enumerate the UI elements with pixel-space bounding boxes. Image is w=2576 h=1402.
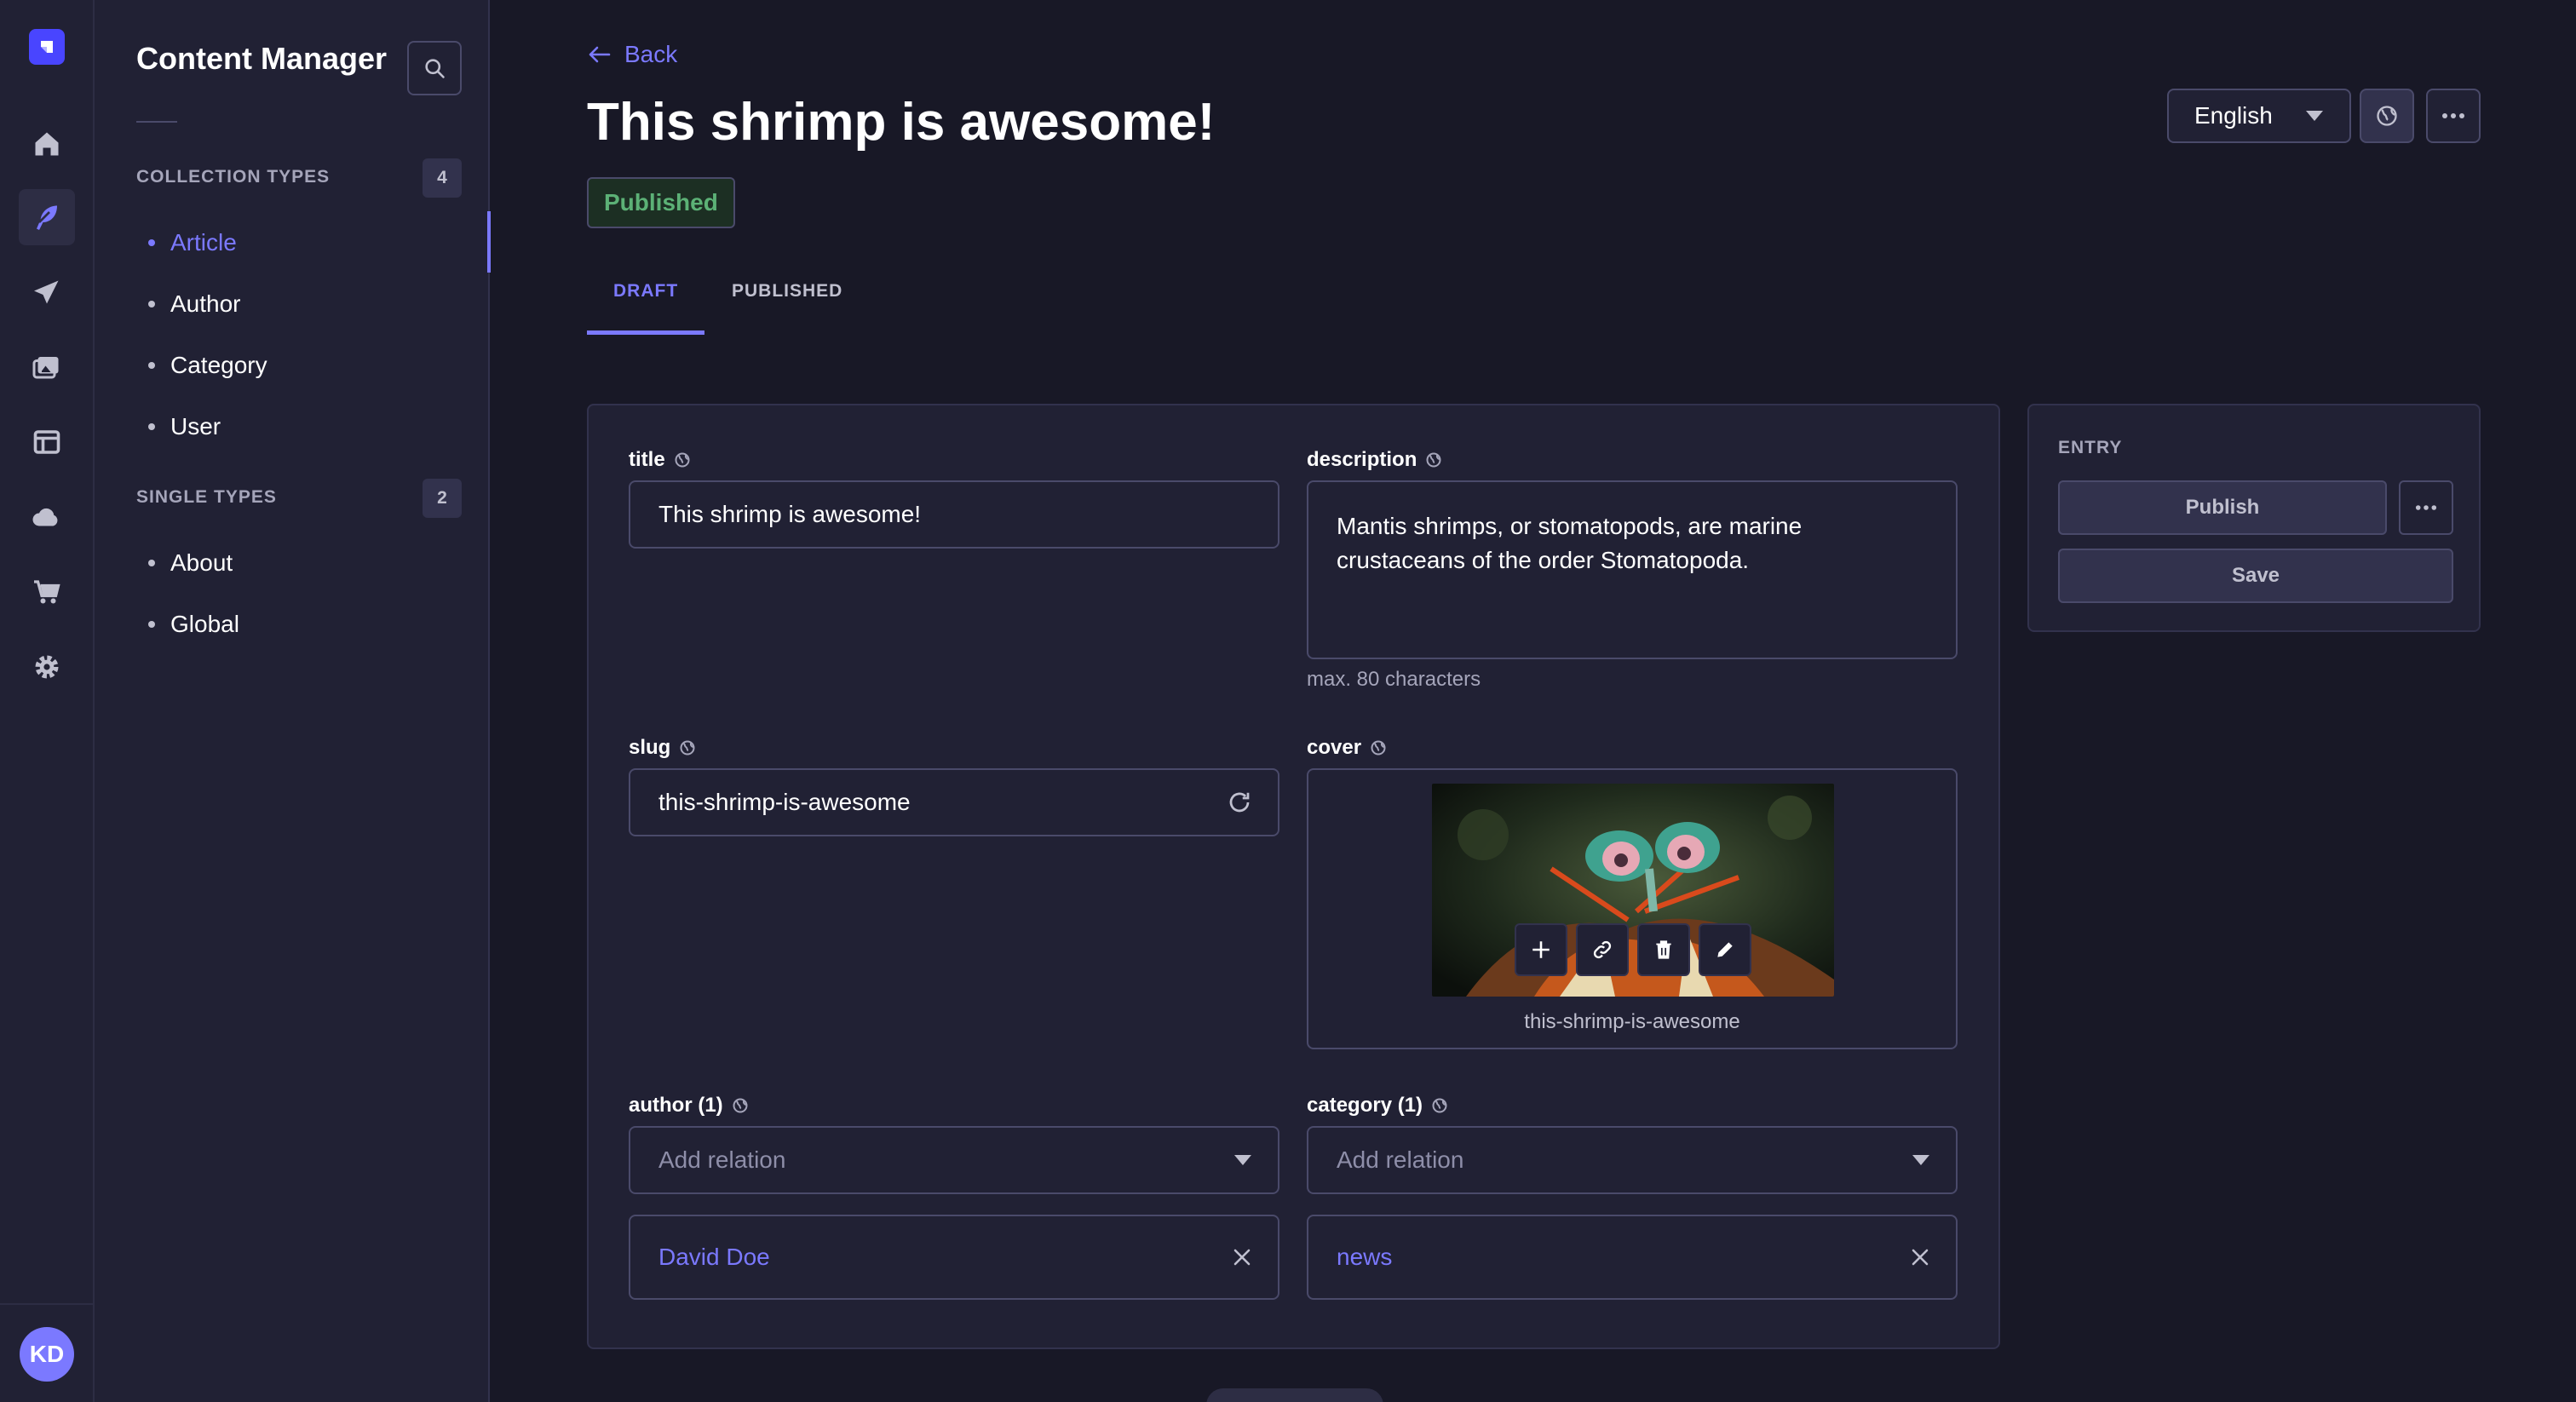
rail-divider xyxy=(0,1303,95,1305)
cart-icon[interactable] xyxy=(19,564,75,620)
subnav-divider xyxy=(136,121,177,123)
slug-label: slug xyxy=(629,736,696,760)
copy-link-button[interactable] xyxy=(1576,923,1629,976)
title-label: title xyxy=(629,448,691,472)
nav-item-author[interactable]: Author xyxy=(148,283,241,325)
description-label: description xyxy=(1307,448,1442,472)
cover-caption: this-shrimp-is-awesome xyxy=(1524,1010,1740,1033)
globe-icon xyxy=(2377,106,2397,126)
add-asset-button[interactable] xyxy=(1515,923,1567,976)
strapi-logo-icon[interactable] xyxy=(29,29,65,65)
author-label: author (1) xyxy=(629,1094,749,1118)
publish-button[interactable]: Publish xyxy=(2058,480,2387,535)
cover-media-input[interactable]: this-shrimp-is-awesome xyxy=(1307,768,1958,1049)
description-hint: max. 80 characters xyxy=(1307,668,1481,691)
description-textarea[interactable]: Mantis shrimps, or stomatopods, are mari… xyxy=(1307,480,1958,659)
localized-globe-icon xyxy=(674,451,691,468)
category-label: category (1) xyxy=(1307,1094,1448,1118)
remove-relation-icon[interactable] xyxy=(1910,1247,1930,1267)
subnav-title: Content Manager xyxy=(136,41,388,76)
paper-plane-icon[interactable] xyxy=(19,264,75,320)
more-actions-button[interactable] xyxy=(2426,89,2481,143)
feather-icon[interactable] xyxy=(19,189,75,245)
tab-active-indicator xyxy=(587,330,704,335)
category-relation-select[interactable]: Add relation xyxy=(1307,1126,1958,1194)
layout-icon[interactable] xyxy=(19,414,75,470)
active-indicator xyxy=(487,211,491,273)
more-icon xyxy=(2442,113,2464,118)
trash-icon xyxy=(1656,940,1671,959)
plus-icon xyxy=(1532,941,1550,958)
status-badge: Published xyxy=(587,177,735,228)
scroll-hint xyxy=(1206,1388,1383,1402)
pencil-icon xyxy=(1717,942,1733,957)
slug-input[interactable]: this-shrimp-is-awesome xyxy=(629,768,1279,836)
entry-panel: ENTRY Publish Save xyxy=(2027,404,2481,632)
locale-select[interactable]: English xyxy=(2167,89,2351,143)
delete-asset-button[interactable] xyxy=(1637,923,1690,976)
nav-item-article[interactable]: Article xyxy=(148,221,237,264)
globe-button[interactable] xyxy=(2360,89,2414,143)
nav-item-category[interactable]: Category xyxy=(148,344,267,387)
main-nav-rail: KD xyxy=(0,0,95,1402)
search-icon xyxy=(425,59,445,78)
nav-item-user[interactable]: User xyxy=(148,405,221,448)
single-types-count: 2 xyxy=(423,479,462,518)
entry-more-button[interactable] xyxy=(2399,480,2453,535)
tab-draft[interactable]: DRAFT xyxy=(613,281,678,302)
more-icon xyxy=(2415,505,2437,510)
localized-globe-icon xyxy=(679,739,696,756)
localized-globe-icon xyxy=(732,1097,749,1114)
collection-types-count: 4 xyxy=(423,158,462,198)
regenerate-icon[interactable] xyxy=(1227,790,1252,815)
nav-item-global[interactable]: Global xyxy=(148,603,239,646)
avatar[interactable]: KD xyxy=(20,1327,74,1382)
caret-down-icon xyxy=(1233,1154,1252,1166)
caret-down-icon xyxy=(1912,1154,1930,1166)
images-icon[interactable] xyxy=(19,339,75,395)
caret-down-icon xyxy=(2306,111,2323,121)
save-button[interactable]: Save xyxy=(2058,549,2453,603)
back-link[interactable]: Back xyxy=(587,41,677,68)
home-icon[interactable] xyxy=(19,116,75,172)
edit-asset-button[interactable] xyxy=(1699,923,1751,976)
content-manager-subnav: Content Manager COLLECTION TYPES 4 Artic… xyxy=(95,0,491,1402)
category-relation-item[interactable]: news xyxy=(1307,1215,1958,1300)
link-icon xyxy=(1593,940,1612,959)
nav-item-about[interactable]: About xyxy=(148,542,233,584)
cover-label: cover xyxy=(1307,736,1387,760)
title-input[interactable]: This shrimp is awesome! xyxy=(629,480,1279,549)
tab-published[interactable]: PUBLISHED xyxy=(732,281,842,302)
gear-icon[interactable] xyxy=(19,639,75,695)
localized-globe-icon xyxy=(1370,739,1387,756)
entry-label: ENTRY xyxy=(2058,438,2123,457)
cloud-icon[interactable] xyxy=(19,489,75,545)
search-button[interactable] xyxy=(407,41,462,95)
page-title: This shrimp is awesome! xyxy=(587,93,1216,152)
collection-types-label: COLLECTION TYPES xyxy=(136,167,331,187)
media-actions xyxy=(1515,923,1751,976)
arrow-left-icon xyxy=(589,46,611,63)
localized-globe-icon xyxy=(1431,1097,1448,1114)
localized-globe-icon xyxy=(1425,451,1442,468)
single-types-label: SINGLE TYPES xyxy=(136,487,277,507)
remove-relation-icon[interactable] xyxy=(1232,1247,1252,1267)
author-relation-select[interactable]: Add relation xyxy=(629,1126,1279,1194)
author-relation-item[interactable]: David Doe xyxy=(629,1215,1279,1300)
